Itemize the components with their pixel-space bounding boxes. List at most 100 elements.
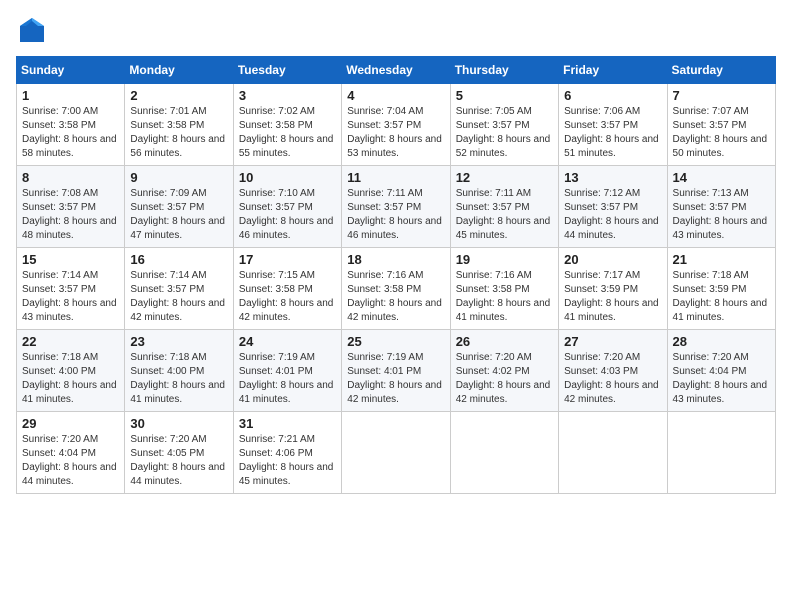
calendar-cell: 11 Sunrise: 7:11 AM Sunset: 3:57 PM Dayl… bbox=[342, 166, 450, 248]
day-number: 5 bbox=[456, 88, 553, 103]
calendar-cell: 12 Sunrise: 7:11 AM Sunset: 3:57 PM Dayl… bbox=[450, 166, 558, 248]
calendar-week-1: 1 Sunrise: 7:00 AM Sunset: 3:58 PM Dayli… bbox=[17, 84, 776, 166]
calendar-cell: 22 Sunrise: 7:18 AM Sunset: 4:00 PM Dayl… bbox=[17, 330, 125, 412]
day-number: 19 bbox=[456, 252, 553, 267]
day-number: 13 bbox=[564, 170, 661, 185]
calendar-cell: 21 Sunrise: 7:18 AM Sunset: 3:59 PM Dayl… bbox=[667, 248, 775, 330]
weekday-header-wednesday: Wednesday bbox=[342, 57, 450, 84]
day-detail: Sunrise: 7:21 AM Sunset: 4:06 PM Dayligh… bbox=[239, 433, 336, 489]
weekday-header-thursday: Thursday bbox=[450, 57, 558, 84]
calendar-cell bbox=[450, 412, 558, 494]
calendar-cell: 26 Sunrise: 7:20 AM Sunset: 4:02 PM Dayl… bbox=[450, 330, 558, 412]
calendar-body: 1 Sunrise: 7:00 AM Sunset: 3:58 PM Dayli… bbox=[17, 84, 776, 494]
weekday-header-monday: Monday bbox=[125, 57, 233, 84]
day-detail: Sunrise: 7:20 AM Sunset: 4:03 PM Dayligh… bbox=[564, 351, 661, 407]
day-detail: Sunrise: 7:18 AM Sunset: 4:00 PM Dayligh… bbox=[130, 351, 227, 407]
calendar-cell: 17 Sunrise: 7:15 AM Sunset: 3:58 PM Dayl… bbox=[233, 248, 341, 330]
calendar-week-5: 29 Sunrise: 7:20 AM Sunset: 4:04 PM Dayl… bbox=[17, 412, 776, 494]
day-detail: Sunrise: 7:11 AM Sunset: 3:57 PM Dayligh… bbox=[456, 187, 553, 243]
day-number: 25 bbox=[347, 334, 444, 349]
day-number: 23 bbox=[130, 334, 227, 349]
calendar-cell: 1 Sunrise: 7:00 AM Sunset: 3:58 PM Dayli… bbox=[17, 84, 125, 166]
day-number: 21 bbox=[673, 252, 770, 267]
calendar-cell: 9 Sunrise: 7:09 AM Sunset: 3:57 PM Dayli… bbox=[125, 166, 233, 248]
day-detail: Sunrise: 7:13 AM Sunset: 3:57 PM Dayligh… bbox=[673, 187, 770, 243]
day-detail: Sunrise: 7:16 AM Sunset: 3:58 PM Dayligh… bbox=[456, 269, 553, 325]
calendar-cell: 25 Sunrise: 7:19 AM Sunset: 4:01 PM Dayl… bbox=[342, 330, 450, 412]
day-detail: Sunrise: 7:15 AM Sunset: 3:58 PM Dayligh… bbox=[239, 269, 336, 325]
calendar-cell: 27 Sunrise: 7:20 AM Sunset: 4:03 PM Dayl… bbox=[559, 330, 667, 412]
day-number: 31 bbox=[239, 416, 336, 431]
calendar-cell: 14 Sunrise: 7:13 AM Sunset: 3:57 PM Dayl… bbox=[667, 166, 775, 248]
day-detail: Sunrise: 7:20 AM Sunset: 4:02 PM Dayligh… bbox=[456, 351, 553, 407]
weekday-header-sunday: Sunday bbox=[17, 57, 125, 84]
calendar-cell: 20 Sunrise: 7:17 AM Sunset: 3:59 PM Dayl… bbox=[559, 248, 667, 330]
day-detail: Sunrise: 7:09 AM Sunset: 3:57 PM Dayligh… bbox=[130, 187, 227, 243]
day-detail: Sunrise: 7:07 AM Sunset: 3:57 PM Dayligh… bbox=[673, 105, 770, 161]
day-number: 4 bbox=[347, 88, 444, 103]
page-header bbox=[16, 16, 776, 44]
day-detail: Sunrise: 7:20 AM Sunset: 4:04 PM Dayligh… bbox=[673, 351, 770, 407]
day-number: 17 bbox=[239, 252, 336, 267]
calendar-cell: 15 Sunrise: 7:14 AM Sunset: 3:57 PM Dayl… bbox=[17, 248, 125, 330]
day-number: 6 bbox=[564, 88, 661, 103]
day-detail: Sunrise: 7:20 AM Sunset: 4:04 PM Dayligh… bbox=[22, 433, 119, 489]
day-detail: Sunrise: 7:11 AM Sunset: 3:57 PM Dayligh… bbox=[347, 187, 444, 243]
calendar-cell: 16 Sunrise: 7:14 AM Sunset: 3:57 PM Dayl… bbox=[125, 248, 233, 330]
day-number: 12 bbox=[456, 170, 553, 185]
day-number: 22 bbox=[22, 334, 119, 349]
day-number: 11 bbox=[347, 170, 444, 185]
calendar-cell: 31 Sunrise: 7:21 AM Sunset: 4:06 PM Dayl… bbox=[233, 412, 341, 494]
day-detail: Sunrise: 7:18 AM Sunset: 3:59 PM Dayligh… bbox=[673, 269, 770, 325]
calendar-cell: 2 Sunrise: 7:01 AM Sunset: 3:58 PM Dayli… bbox=[125, 84, 233, 166]
calendar-cell: 10 Sunrise: 7:10 AM Sunset: 3:57 PM Dayl… bbox=[233, 166, 341, 248]
day-detail: Sunrise: 7:14 AM Sunset: 3:57 PM Dayligh… bbox=[130, 269, 227, 325]
day-number: 1 bbox=[22, 88, 119, 103]
weekday-header-saturday: Saturday bbox=[667, 57, 775, 84]
day-detail: Sunrise: 7:18 AM Sunset: 4:00 PM Dayligh… bbox=[22, 351, 119, 407]
day-detail: Sunrise: 7:04 AM Sunset: 3:57 PM Dayligh… bbox=[347, 105, 444, 161]
day-number: 8 bbox=[22, 170, 119, 185]
day-number: 30 bbox=[130, 416, 227, 431]
day-detail: Sunrise: 7:12 AM Sunset: 3:57 PM Dayligh… bbox=[564, 187, 661, 243]
day-number: 18 bbox=[347, 252, 444, 267]
day-number: 27 bbox=[564, 334, 661, 349]
calendar-cell bbox=[342, 412, 450, 494]
day-number: 16 bbox=[130, 252, 227, 267]
day-number: 20 bbox=[564, 252, 661, 267]
day-detail: Sunrise: 7:10 AM Sunset: 3:57 PM Dayligh… bbox=[239, 187, 336, 243]
day-detail: Sunrise: 7:14 AM Sunset: 3:57 PM Dayligh… bbox=[22, 269, 119, 325]
day-number: 26 bbox=[456, 334, 553, 349]
day-detail: Sunrise: 7:19 AM Sunset: 4:01 PM Dayligh… bbox=[239, 351, 336, 407]
day-detail: Sunrise: 7:05 AM Sunset: 3:57 PM Dayligh… bbox=[456, 105, 553, 161]
day-number: 2 bbox=[130, 88, 227, 103]
calendar-cell: 29 Sunrise: 7:20 AM Sunset: 4:04 PM Dayl… bbox=[17, 412, 125, 494]
logo-icon bbox=[16, 16, 48, 44]
calendar-cell bbox=[559, 412, 667, 494]
calendar-cell: 4 Sunrise: 7:04 AM Sunset: 3:57 PM Dayli… bbox=[342, 84, 450, 166]
logo bbox=[16, 16, 52, 44]
weekday-header-tuesday: Tuesday bbox=[233, 57, 341, 84]
weekday-header-row: SundayMondayTuesdayWednesdayThursdayFrid… bbox=[17, 57, 776, 84]
calendar-week-4: 22 Sunrise: 7:18 AM Sunset: 4:00 PM Dayl… bbox=[17, 330, 776, 412]
calendar-cell: 13 Sunrise: 7:12 AM Sunset: 3:57 PM Dayl… bbox=[559, 166, 667, 248]
day-detail: Sunrise: 7:17 AM Sunset: 3:59 PM Dayligh… bbox=[564, 269, 661, 325]
day-detail: Sunrise: 7:00 AM Sunset: 3:58 PM Dayligh… bbox=[22, 105, 119, 161]
day-number: 7 bbox=[673, 88, 770, 103]
calendar-cell: 23 Sunrise: 7:18 AM Sunset: 4:00 PM Dayl… bbox=[125, 330, 233, 412]
day-detail: Sunrise: 7:20 AM Sunset: 4:05 PM Dayligh… bbox=[130, 433, 227, 489]
day-detail: Sunrise: 7:08 AM Sunset: 3:57 PM Dayligh… bbox=[22, 187, 119, 243]
calendar-week-3: 15 Sunrise: 7:14 AM Sunset: 3:57 PM Dayl… bbox=[17, 248, 776, 330]
day-number: 15 bbox=[22, 252, 119, 267]
calendar-cell: 6 Sunrise: 7:06 AM Sunset: 3:57 PM Dayli… bbox=[559, 84, 667, 166]
calendar-cell: 24 Sunrise: 7:19 AM Sunset: 4:01 PM Dayl… bbox=[233, 330, 341, 412]
calendar-week-2: 8 Sunrise: 7:08 AM Sunset: 3:57 PM Dayli… bbox=[17, 166, 776, 248]
day-number: 10 bbox=[239, 170, 336, 185]
day-number: 3 bbox=[239, 88, 336, 103]
calendar-cell: 7 Sunrise: 7:07 AM Sunset: 3:57 PM Dayli… bbox=[667, 84, 775, 166]
day-number: 24 bbox=[239, 334, 336, 349]
calendar-cell: 18 Sunrise: 7:16 AM Sunset: 3:58 PM Dayl… bbox=[342, 248, 450, 330]
weekday-header-friday: Friday bbox=[559, 57, 667, 84]
day-detail: Sunrise: 7:02 AM Sunset: 3:58 PM Dayligh… bbox=[239, 105, 336, 161]
day-detail: Sunrise: 7:19 AM Sunset: 4:01 PM Dayligh… bbox=[347, 351, 444, 407]
